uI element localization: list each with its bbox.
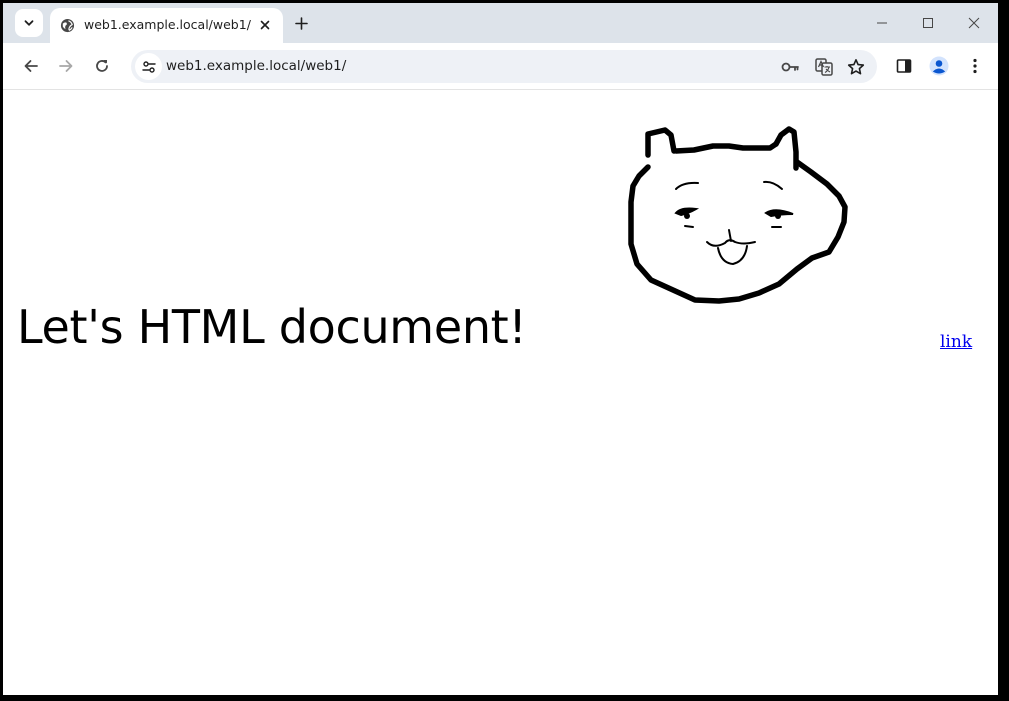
site-info-button[interactable]: [135, 53, 162, 80]
browser-toolbar: web1.example.local/web1/: [3, 43, 998, 89]
tune-icon: [141, 60, 156, 73]
bookmark-button[interactable]: [844, 55, 868, 79]
arrow-right-icon: [59, 60, 73, 72]
maximize-button[interactable]: [916, 11, 940, 35]
translate-button[interactable]: [812, 55, 836, 79]
chevron-down-icon: [24, 20, 34, 26]
url-text[interactable]: web1.example.local/web1/: [166, 58, 346, 74]
globe-icon: [60, 18, 75, 33]
close-icon: [968, 17, 980, 29]
close-tab-button[interactable]: [256, 16, 274, 34]
browser-window: web1.example.local/web1/ web1.example.lo…: [3, 3, 998, 695]
address-bar[interactable]: web1.example.local/web1/: [131, 50, 877, 83]
star-icon: [847, 59, 865, 75]
page-heading: Let's HTML document!: [17, 300, 527, 354]
page-link[interactable]: link: [940, 332, 972, 352]
menu-button[interactable]: [962, 53, 988, 79]
page-viewport: Let's HTML document! link: [9, 90, 998, 695]
minimize-button[interactable]: [870, 11, 894, 35]
side-panel-button[interactable]: [891, 53, 917, 79]
tab-strip: web1.example.local/web1/: [3, 3, 998, 43]
profile-icon: [929, 56, 949, 76]
arrow-left-icon: [24, 60, 38, 72]
close-icon: [260, 20, 270, 30]
plus-icon: [294, 16, 308, 30]
minimize-icon: [877, 22, 887, 24]
password-button[interactable]: [778, 55, 802, 79]
tab-search-button[interactable]: [15, 9, 43, 37]
key-icon: [781, 62, 799, 72]
tab-active[interactable]: web1.example.local/web1/: [50, 8, 283, 43]
reload-button[interactable]: [89, 53, 115, 79]
close-window-button[interactable]: [962, 11, 986, 35]
kebab-menu-icon: [973, 58, 977, 74]
back-button[interactable]: [18, 53, 44, 79]
reload-icon: [96, 60, 108, 72]
forward-button[interactable]: [53, 53, 79, 79]
new-tab-button[interactable]: [290, 12, 312, 34]
cat-face-drawing: [628, 126, 848, 304]
tab-title: web1.example.local/web1/: [84, 17, 251, 32]
profile-button[interactable]: [926, 53, 952, 79]
translate-icon: [815, 58, 833, 76]
side-panel-icon: [896, 59, 912, 73]
maximize-icon: [923, 18, 933, 28]
